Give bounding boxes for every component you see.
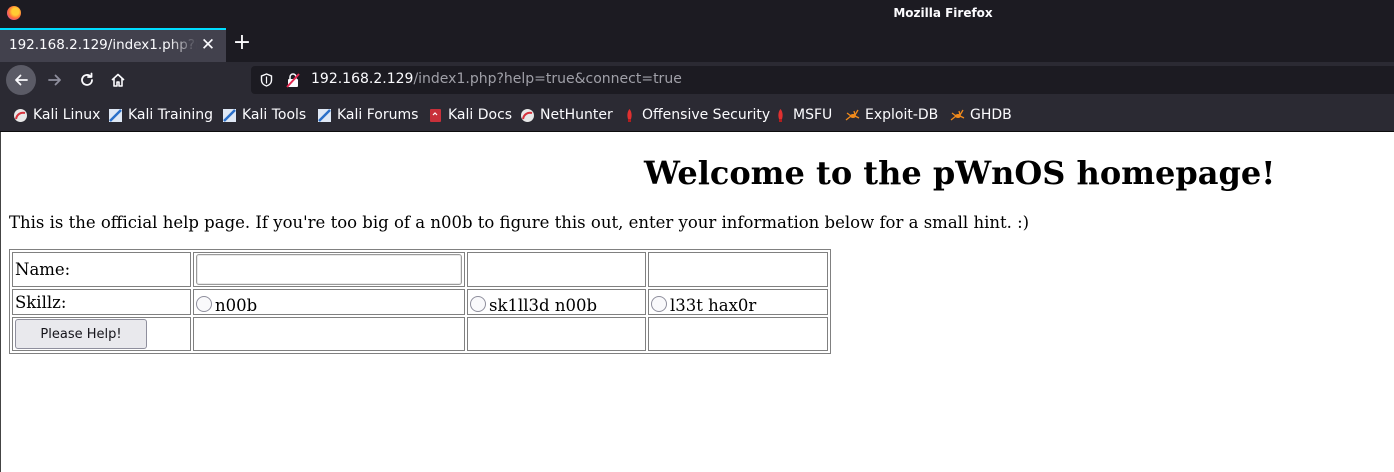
radio-skilled-n00b[interactable]: [470, 295, 486, 312]
empty-cell: [193, 317, 465, 351]
back-arrow-icon: [15, 74, 28, 86]
skill-option-n00b[interactable]: n00b: [193, 289, 465, 315]
empty-cell: [648, 252, 828, 287]
bookmark-label: Kali Docs: [448, 107, 513, 123]
ghdb-icon: [950, 109, 965, 121]
page-heading: Welcome to the pWnOS homepage!: [644, 154, 1276, 192]
radio-label: n00b: [215, 295, 258, 315]
skill-option-skilled-n00b[interactable]: sk1ll3d n00b: [467, 289, 646, 315]
new-tab-button[interactable]: +: [231, 32, 253, 55]
bookmark-label: Kali Training: [128, 107, 213, 123]
kali-training-icon: [109, 108, 122, 122]
bookmark-label: Offensive Security: [642, 107, 771, 123]
bookmark-kali-linux[interactable]: Kali Linux: [13, 106, 100, 124]
bookmark-label: Kali Forums: [337, 107, 419, 123]
bookmarks-toolbar: Kali Linux Kali Training Kali Tools Kali…: [0, 98, 1394, 132]
kali-tools-icon: [223, 108, 236, 122]
msfu-icon: [778, 108, 783, 122]
submit-cell: Please Help!: [12, 317, 191, 351]
reload-icon: [81, 72, 93, 86]
tab-bar: 192.168.2.129/index1.php?help=true&conne…: [0, 28, 1394, 62]
kali-docs-icon: [430, 108, 441, 122]
please-help-button[interactable]: Please Help!: [15, 319, 147, 349]
forward-button[interactable]: [40, 65, 70, 95]
bookmark-msfu[interactable]: MSFU: [773, 106, 832, 124]
url-bar[interactable]: 192.168.2.129/index1.php?help=true&conne…: [251, 66, 1394, 94]
kali-forums-icon: [318, 108, 331, 122]
radio-n00b[interactable]: [196, 295, 212, 312]
forward-arrow-icon: [48, 74, 61, 86]
title-bar: Mozilla Firefox: [0, 0, 1394, 28]
table-row: Skillz: n00b sk1ll3d n00b l33t hax0r: [12, 289, 828, 315]
radio-label: l33t hax0r: [670, 295, 757, 315]
bookmark-label: Exploit-DB: [865, 107, 939, 123]
url-text[interactable]: 192.168.2.129/index1.php?help=true&conne…: [311, 71, 682, 87]
navigation-toolbar: 192.168.2.129/index1.php?help=true&conne…: [0, 62, 1394, 98]
bookmark-nethunter[interactable]: NetHunter: [520, 106, 613, 124]
bookmark-exploit-db[interactable]: Exploit-DB: [845, 106, 938, 124]
bookmark-kali-training[interactable]: Kali Training: [108, 106, 213, 124]
nethunter-icon: [521, 108, 534, 122]
name-label: Name:: [12, 252, 191, 287]
tracking-protection-shield-icon[interactable]: [260, 73, 273, 87]
insecure-lock-icon[interactable]: [286, 72, 300, 88]
bookmark-label: NetHunter: [540, 107, 613, 123]
bookmark-label: MSFU: [793, 107, 833, 123]
tab-title: 192.168.2.129/index1.php?help=true&conne…: [9, 37, 197, 53]
url-path: /index1.php?help=true&connect=true: [413, 71, 682, 87]
bookmark-kali-docs[interactable]: Kali Docs: [428, 106, 512, 124]
empty-cell: [467, 317, 646, 351]
window-border: [0, 132, 1, 472]
radio-l33t-hax0r[interactable]: [651, 295, 667, 312]
empty-cell: [467, 252, 646, 287]
offsec-icon: [627, 108, 632, 122]
table-row: Name:: [12, 252, 828, 287]
reload-button[interactable]: [72, 65, 102, 95]
empty-cell: [648, 317, 828, 351]
page-content: Welcome to the pWnOS homepage! This is t…: [0, 132, 1394, 472]
bookmark-offensive-security[interactable]: Offensive Security: [622, 106, 770, 124]
bookmark-label: Kali Linux: [33, 107, 101, 123]
tab-close-icon[interactable]: ✕: [199, 35, 217, 55]
url-host: 192.168.2.129: [311, 71, 414, 87]
name-input-cell: [193, 252, 465, 287]
name-input[interactable]: [196, 254, 462, 285]
intro-text: This is the official help page. If you'r…: [9, 213, 1030, 232]
bookmark-label: GHDB: [970, 107, 1012, 123]
back-button[interactable]: [6, 65, 36, 95]
bookmark-label: Kali Tools: [242, 107, 307, 123]
home-icon: [111, 73, 125, 87]
home-button[interactable]: [103, 65, 133, 95]
radio-label: sk1ll3d n00b: [489, 295, 598, 315]
tab-active[interactable]: 192.168.2.129/index1.php?help=true&conne…: [0, 28, 226, 62]
bookmark-kali-tools[interactable]: Kali Tools: [222, 106, 306, 124]
exploitdb-icon: [845, 109, 860, 121]
help-form-table: Name: Skillz: n00b sk1ll3d n00b l33t hax…: [9, 249, 831, 354]
bookmark-ghdb[interactable]: GHDB: [950, 106, 1012, 124]
bookmark-kali-forums[interactable]: Kali Forums: [317, 106, 418, 124]
skill-label: Skillz:: [12, 289, 191, 315]
kali-dragon-icon: [14, 108, 27, 122]
skill-option-l33t-hax0r[interactable]: l33t hax0r: [648, 289, 828, 315]
table-row: Please Help!: [12, 317, 828, 351]
window-title: Mozilla Firefox: [893, 6, 993, 20]
